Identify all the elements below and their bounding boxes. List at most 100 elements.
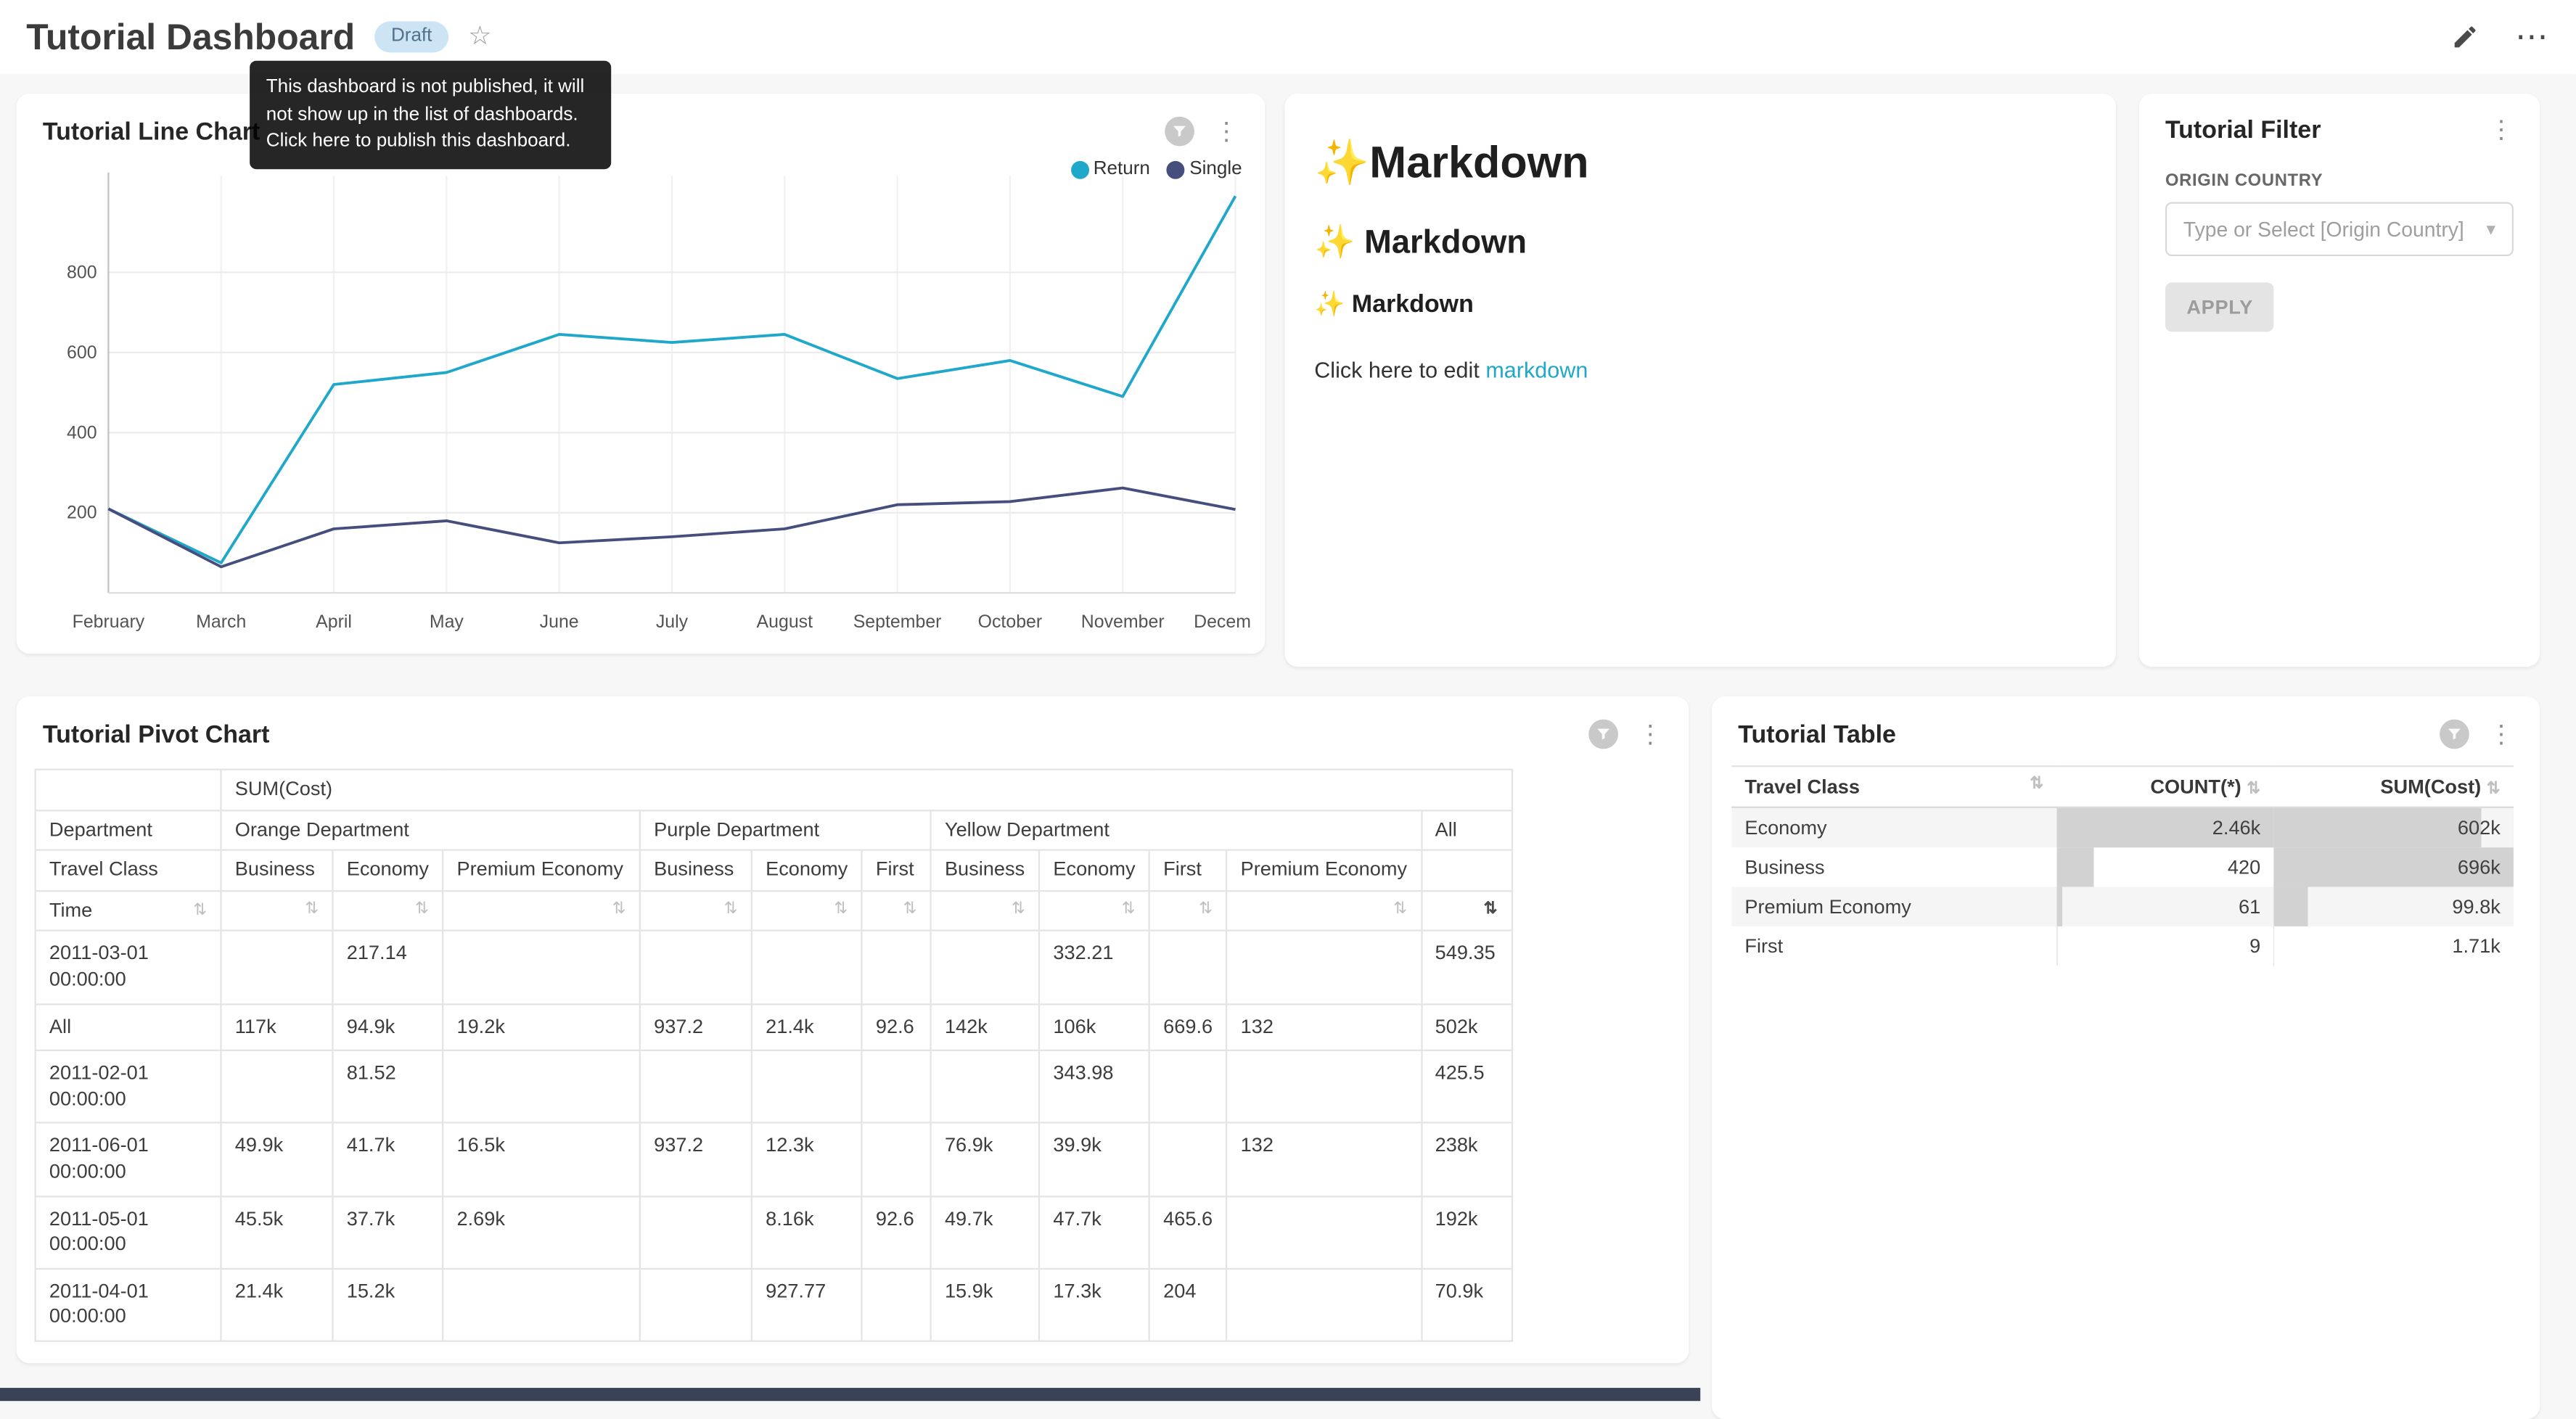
more-menu-icon[interactable]: ⋯ [2515,29,2550,46]
pivot-cell: 92.6 [862,1003,931,1050]
pivot-cell: 425.5 [1421,1050,1511,1123]
pivot-cell: 21.4k [221,1268,333,1341]
pivot-colgroup: All [1421,810,1511,850]
pivot-cell [862,1268,931,1341]
pivot-cell: 92.6 [862,1196,931,1268]
kebab-menu-icon[interactable]: ⋮ [2489,722,2514,746]
filter-indicator-icon[interactable] [1165,117,1194,147]
pivot-cell [1226,931,1421,1003]
header-actions: ⋯ [2451,23,2550,51]
sort-icon[interactable]: ⇅ [1122,898,1136,919]
pivot-cell: 17.3k [1039,1268,1149,1341]
sort-icon[interactable]: ⇅ [1012,898,1025,919]
pivot-cell: 465.6 [1149,1196,1226,1268]
pivot-cell: 132 [1226,1003,1421,1050]
pivot-cell: 94.9k [332,1003,443,1050]
apply-button[interactable]: APPLY [2165,282,2274,332]
pivot-subcol: Premium Economy [1226,850,1421,891]
sort-icon[interactable]: ⇅ [903,898,916,919]
kebab-menu-icon[interactable]: ⋮ [2489,118,2514,143]
pivot-row-label: All [36,1003,221,1050]
pivot-cell: 132 [1226,1123,1421,1196]
sort-icon[interactable]: ⇅ [2487,780,2501,798]
svg-text:April: April [316,612,352,632]
pivot-cell: 16.5k [443,1123,640,1196]
draft-badge[interactable]: Draft [374,21,448,53]
pivot-cell: 192k [1421,1196,1511,1268]
pivot-cell: 70.9k [1421,1268,1511,1341]
star-icon[interactable]: ☆ [468,24,491,50]
sort-icon[interactable]: ⇅ [2247,780,2260,798]
sort-icon[interactable]: ⇅ [724,898,738,919]
svg-text:December: December [1194,612,1252,632]
sort-icon[interactable]: ⇅ [2030,776,2043,794]
pivot-cell: 117k [221,1003,333,1050]
pivot-cell: 669.6 [1149,1003,1226,1050]
pivot-subcol: Business [931,850,1039,891]
filter-indicator-icon[interactable] [1588,720,1618,749]
sort-icon[interactable]: ⇅ [1484,898,1498,919]
pivot-table: SUM(Cost)DepartmentOrange DepartmentPurp… [35,769,1512,1342]
col-header-sum[interactable]: SUM(Cost) ⇅ [2273,766,2514,807]
page-title: Tutorial Dashboard [26,16,355,59]
pivot-cell [752,931,862,1003]
filter-indicator-icon[interactable] [2440,720,2469,749]
pivot-cell: 47.7k [1039,1196,1149,1268]
markdown-h2: ✨ Markdown [1314,222,2086,263]
pivot-cell: 12.3k [752,1123,862,1196]
pivot-cell: 76.9k [931,1123,1039,1196]
pivot-corner [36,770,221,810]
line-chart-card: Tutorial Line Chart ⋮ ReturnSingle 20040… [17,94,1266,654]
pivot-row-label: 2011-04-01 00:00:00 [36,1268,221,1341]
markdown-paragraph: Click here to edit markdown [1314,358,2086,383]
pivot-cell [862,1123,931,1196]
table-title: Tutorial Table [1738,720,1896,748]
edit-pencil-icon[interactable] [2451,23,2479,51]
svg-text:600: 600 [67,342,97,363]
cell-travel-class: Premium Economy [1731,887,2056,926]
pivot-cell [862,1050,931,1123]
origin-country-select[interactable]: Type or Select [Origin Country] ▾ [2165,202,2514,256]
table-row: Premium Economy6199.8k [1731,887,2514,926]
svg-text:September: September [853,612,942,632]
pivot-cell: 41.7k [332,1123,443,1196]
pivot-row-label: 2011-06-01 00:00:00 [36,1123,221,1196]
pivot-cell: 204 [1149,1268,1226,1341]
cell-sum: 1.71k [2273,926,2514,966]
pivot-cell [221,931,333,1003]
pivot-colgroup: Orange Department [221,810,640,850]
sort-icon[interactable]: ⇅ [1199,898,1213,919]
pivot-subcol: Business [221,850,333,891]
sort-icon[interactable]: ⇅ [415,898,429,919]
markdown-h1: ✨Markdown [1314,136,2086,189]
svg-text:February: February [73,612,145,632]
pivot-cell [1226,1268,1421,1341]
col-header-travel-class[interactable]: Travel Class⇅ [1731,766,2056,807]
sort-icon[interactable]: ⇅ [305,898,319,919]
pivot-colgroup: Yellow Department [931,810,1422,850]
cell-travel-class: Business [1731,847,2056,887]
sort-icon[interactable]: ⇅ [612,898,626,919]
pivot-colgroup: Purple Department [640,810,931,850]
col-header-count[interactable]: COUNT(*) ⇅ [2057,766,2274,807]
publish-tooltip: This dashboard is not published, it will… [250,61,611,169]
line-chart-title: Tutorial Line Chart [43,118,260,145]
pivot-cell [221,1050,333,1123]
pivot-cell [1226,1050,1421,1123]
pivot-cell: 332.21 [1039,931,1149,1003]
svg-text:May: May [430,612,464,632]
pivot-row: 2011-06-01 00:00:0049.9k41.7k16.5k937.21… [36,1123,1511,1196]
pivot-cell [862,931,931,1003]
sort-icon[interactable]: ⇅ [193,900,207,921]
pivot-cell: 106k [1039,1003,1149,1050]
kebab-menu-icon[interactable]: ⋮ [1214,119,1239,144]
cell-count: 9 [2057,926,2274,966]
pivot-sort-row: Time⇅⇅⇅⇅⇅⇅⇅⇅⇅⇅⇅⇅ [36,891,1511,931]
svg-text:October: October [978,612,1043,632]
sort-icon[interactable]: ⇅ [834,898,848,919]
pivot-row: 2011-03-01 00:00:00217.14332.21549.35 [36,931,1511,1003]
svg-text:June: June [540,612,579,632]
sort-icon[interactable]: ⇅ [1393,898,1407,919]
kebab-menu-icon[interactable]: ⋮ [1638,722,1662,746]
markdown-link[interactable]: markdown [1485,358,1588,383]
